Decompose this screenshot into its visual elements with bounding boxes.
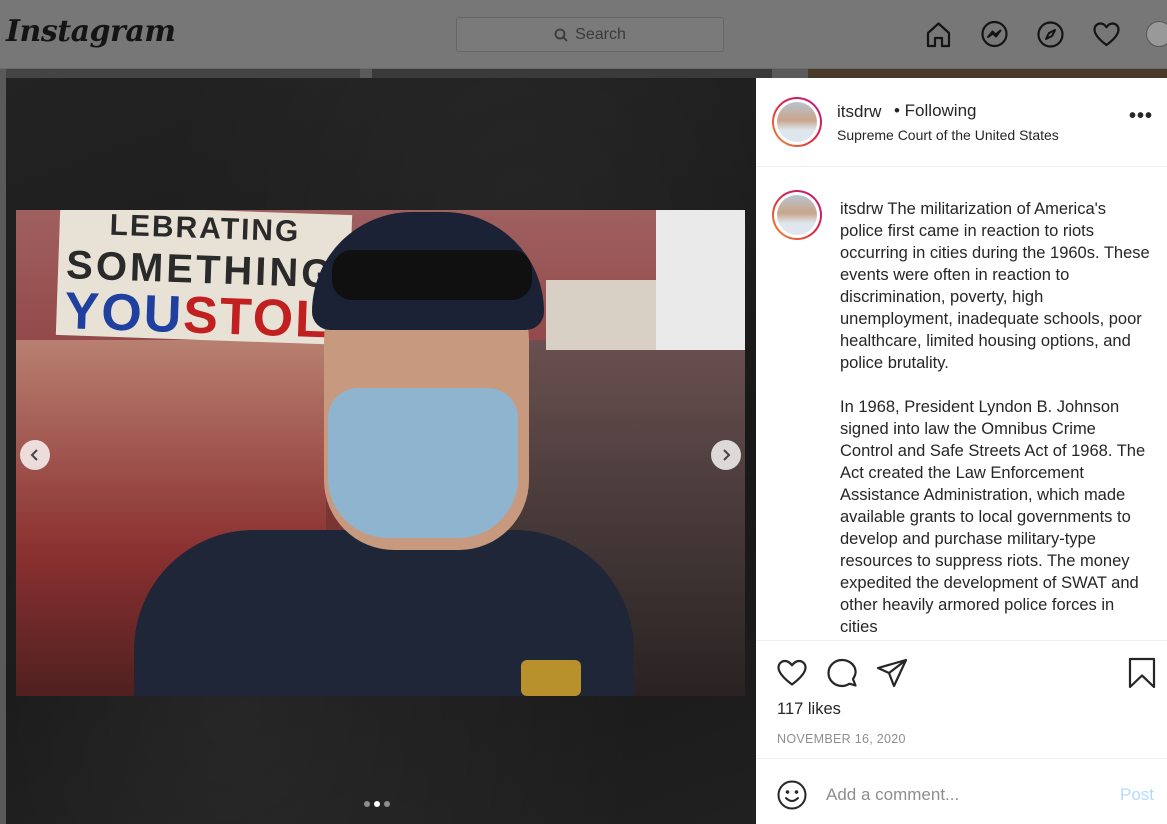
post-date[interactable]: NOVEMBER 16, 2020 [777,732,906,746]
nav-icon-group [924,20,1121,49]
officer-badge [521,660,581,696]
post-comment-button[interactable]: Post [1120,785,1154,805]
caption-author-avatar[interactable] [772,190,822,240]
instagram-logo[interactable]: Instagram [6,14,176,49]
carousel-dot [384,801,390,807]
officer-sunglasses [332,250,532,300]
author-avatar[interactable] [772,97,822,147]
activity-heart-icon[interactable] [1092,20,1121,49]
caption-avatar-image [777,195,817,235]
bookmark-icon[interactable] [1126,657,1158,689]
feed-strip-left [6,69,360,78]
post-header: itsdrw • Following Supreme Court of the … [756,78,1167,167]
explore-icon[interactable] [1036,20,1065,49]
protest-sign-right [656,210,745,350]
search-placeholder: Search [575,25,626,43]
top-nav-bar: Instagram Search [0,0,1167,69]
carousel-next-button[interactable] [711,440,741,470]
caption-username[interactable]: itsdrw [840,200,883,218]
officer-face-mask [328,388,518,538]
home-icon[interactable] [924,20,953,49]
comment-bar: Add a comment... Post [756,758,1167,824]
author-avatar-image [777,102,817,142]
protest-sign: LEBRATING SOMETHING YOUSTOLE [55,210,367,351]
carousel-indicator [364,801,390,807]
likes-count[interactable]: 117 likes [777,700,841,719]
share-icon[interactable] [876,657,908,689]
comment-input[interactable]: Add a comment... [826,785,959,805]
feed-strip-middle [372,69,772,78]
messenger-icon[interactable] [980,20,1009,49]
more-options-icon[interactable]: ••• [1129,105,1153,128]
carousel-prev-button[interactable] [20,440,50,470]
profile-avatar[interactable] [1146,21,1167,47]
sign-line-1: LEBRATING [109,210,301,249]
sign-word-you: YOU [63,282,185,345]
like-heart-icon[interactable] [776,657,808,689]
author-username[interactable]: itsdrw [837,102,881,122]
post-location[interactable]: Supreme Court of the United States [837,127,1059,143]
search-icon [554,28,568,42]
search-input[interactable]: Search [456,17,724,52]
caption-paragraph-2: In 1968, President Lyndon B. Johnson sig… [840,398,1146,636]
post-caption: itsdrw The militarization of America's p… [840,198,1150,638]
post-actions: 117 likes NOVEMBER 16, 2020 [756,640,1167,758]
caption-text-1: The militarization of America's police f… [840,200,1150,372]
feed-strip-right [808,69,1167,78]
emoji-icon[interactable] [776,779,808,811]
chevron-right-icon [723,449,731,461]
caption-paragraph-1: itsdrw The militarization of America's p… [840,198,1150,374]
action-icon-group [776,657,908,689]
protest-sign-back [546,280,656,350]
comment-icon[interactable] [826,657,858,689]
post-photo[interactable]: LEBRATING SOMETHING YOUSTOLE [16,210,745,696]
post-details-panel: itsdrw • Following Supreme Court of the … [756,78,1167,824]
following-status[interactable]: • Following [894,101,977,121]
caption-scroll-area[interactable]: itsdrw The militarization of America's p… [756,168,1167,640]
post-media-pane: LEBRATING SOMETHING YOUSTOLE [6,78,756,824]
carousel-dot-active [374,801,380,807]
chevron-left-icon [30,449,38,461]
carousel-dot [364,801,370,807]
